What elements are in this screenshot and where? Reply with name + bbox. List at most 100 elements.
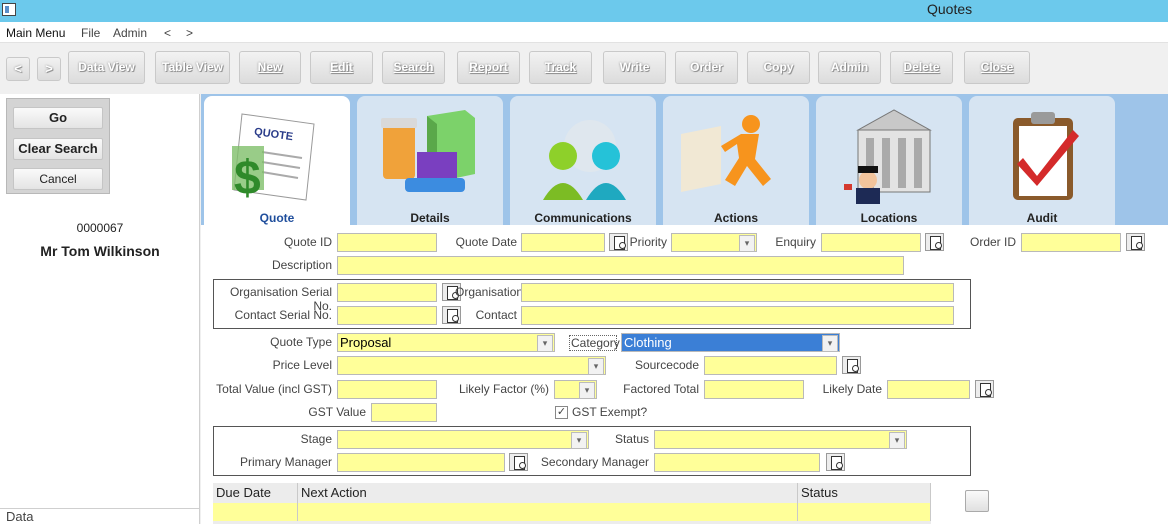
contact-label: Contact bbox=[475, 308, 517, 322]
search-panel: Go Clear Search Cancel bbox=[6, 98, 110, 194]
status-select[interactable] bbox=[654, 430, 907, 449]
order-button[interactable]: Order bbox=[675, 51, 738, 84]
primary-manager-label: Primary Manager bbox=[239, 455, 332, 469]
close-button[interactable]: Close bbox=[964, 51, 1030, 84]
table-view-button[interactable]: Table View bbox=[155, 51, 230, 84]
organisation-field[interactable] bbox=[521, 283, 954, 302]
admin-button[interactable]: Admin bbox=[818, 51, 881, 84]
category-select[interactable]: Clothing bbox=[621, 333, 840, 352]
record-name: Mr Tom Wilkinson bbox=[40, 243, 160, 259]
tab-locations-label: Locations bbox=[860, 211, 918, 225]
tab-audit-label: Audit bbox=[1026, 211, 1058, 225]
app-icon bbox=[2, 3, 16, 16]
order-id-picker-icon[interactable] bbox=[1126, 233, 1145, 251]
details-icon bbox=[381, 110, 475, 192]
sourcecode-label: Sourcecode bbox=[634, 358, 699, 372]
grid-header-next-action[interactable]: Next Action bbox=[298, 483, 798, 503]
tab-actions-label: Actions bbox=[713, 211, 758, 225]
search-button[interactable]: Search bbox=[382, 51, 445, 84]
quote-type-label: Quote Type bbox=[270, 335, 332, 349]
edit-button[interactable]: Edit bbox=[310, 51, 373, 84]
back-button[interactable]: < bbox=[6, 57, 30, 81]
price-level-label: Price Level bbox=[272, 358, 332, 372]
order-id-field[interactable] bbox=[1021, 233, 1121, 252]
description-label: Description bbox=[271, 258, 332, 272]
status-label: Status bbox=[614, 432, 649, 446]
grid-header-status[interactable]: Status bbox=[798, 483, 931, 503]
communications-icon bbox=[543, 120, 626, 200]
total-value-field[interactable] bbox=[337, 380, 437, 399]
quote-id-label: Quote ID bbox=[283, 235, 332, 249]
likely-date-label: Likely Date bbox=[822, 382, 882, 396]
record-id: 0000067 bbox=[76, 221, 124, 235]
actions-icon bbox=[681, 115, 771, 192]
enquiry-picker-icon[interactable] bbox=[925, 233, 944, 251]
quote-date-field[interactable] bbox=[521, 233, 605, 252]
menu-admin[interactable]: Admin bbox=[113, 26, 147, 40]
tab-communications-label: Communications bbox=[534, 211, 632, 225]
menu-bar: Main Menu File Admin < > bbox=[0, 22, 1168, 42]
tab-communications[interactable]: Communications bbox=[510, 96, 656, 225]
stage-select[interactable] bbox=[337, 430, 589, 449]
sourcecode-field[interactable] bbox=[704, 356, 837, 375]
grid-cell-status[interactable] bbox=[798, 503, 931, 521]
order-id-label: Order ID bbox=[969, 235, 1016, 249]
clear-search-button[interactable]: Clear Search bbox=[13, 138, 103, 160]
grid-action-button[interactable] bbox=[965, 490, 989, 512]
likely-date-field[interactable] bbox=[887, 380, 970, 399]
primary-manager-picker-icon[interactable] bbox=[509, 453, 528, 471]
go-button[interactable]: Go bbox=[13, 107, 103, 129]
copy-button[interactable]: Copy bbox=[747, 51, 810, 84]
primary-manager-field[interactable] bbox=[337, 453, 505, 472]
stage-label: Stage bbox=[300, 432, 332, 446]
menu-forward[interactable]: > bbox=[186, 26, 193, 40]
secondary-manager-label: Secondary Manager bbox=[540, 455, 649, 469]
quote-type-select[interactable]: Proposal bbox=[337, 333, 555, 352]
secondary-manager-picker-icon[interactable] bbox=[826, 453, 845, 471]
org-serial-field[interactable] bbox=[337, 283, 437, 302]
likely-date-picker-icon[interactable] bbox=[975, 380, 994, 398]
data-view-button[interactable]: Data View bbox=[68, 51, 145, 84]
grid-header-due-date[interactable]: Due Date bbox=[213, 483, 298, 503]
grid-cell-next-action[interactable] bbox=[298, 503, 798, 521]
enquiry-field[interactable] bbox=[821, 233, 921, 252]
delete-button[interactable]: Delete bbox=[890, 51, 953, 84]
factored-total-field[interactable] bbox=[704, 380, 804, 399]
tab-details[interactable]: Details bbox=[357, 96, 503, 225]
price-level-select[interactable] bbox=[337, 356, 606, 375]
sourcecode-picker-icon[interactable] bbox=[842, 356, 861, 374]
left-panel: Go Clear Search Cancel 0000067 Mr Tom Wi… bbox=[0, 94, 200, 524]
contact-field[interactable] bbox=[521, 306, 954, 325]
data-section-label: Data bbox=[0, 508, 200, 524]
forward-button[interactable]: > bbox=[37, 57, 61, 81]
menu-back[interactable]: < bbox=[164, 26, 171, 40]
likely-factor-label: Likely Factor (%) bbox=[458, 382, 549, 396]
gst-value-field[interactable] bbox=[371, 403, 437, 422]
secondary-manager-field[interactable] bbox=[654, 453, 820, 472]
tab-strip: QUOTE $ Quote Details Communications Act… bbox=[201, 94, 1168, 225]
quote-date-label: Quote Date bbox=[455, 235, 517, 249]
quote-id-field[interactable] bbox=[337, 233, 437, 252]
new-button[interactable]: New bbox=[239, 51, 301, 84]
organisation-label: Organisation bbox=[455, 285, 524, 299]
locations-icon bbox=[844, 109, 932, 204]
tab-audit[interactable]: Audit bbox=[969, 96, 1115, 225]
description-field[interactable] bbox=[337, 256, 904, 275]
write-button[interactable]: Write bbox=[603, 51, 666, 84]
report-button[interactable]: Report bbox=[457, 51, 520, 84]
menu-file[interactable]: File bbox=[81, 26, 100, 40]
tab-quote[interactable]: QUOTE $ Quote bbox=[204, 96, 350, 225]
priority-select[interactable] bbox=[671, 233, 757, 252]
tab-quote-label: Quote bbox=[259, 211, 295, 225]
tab-locations[interactable]: Locations bbox=[816, 96, 962, 225]
grid-cell-due-date[interactable] bbox=[213, 503, 298, 521]
quote-form: Quote ID Quote Date Priority Enquiry Ord… bbox=[201, 225, 1168, 524]
menu-main[interactable]: Main Menu bbox=[6, 26, 65, 40]
likely-factor-select[interactable] bbox=[554, 380, 597, 399]
tab-actions[interactable]: Actions bbox=[663, 96, 809, 225]
cancel-button[interactable]: Cancel bbox=[13, 168, 103, 190]
gst-exempt-checkbox[interactable]: ✓ bbox=[555, 406, 568, 419]
window-title: Quotes bbox=[927, 1, 973, 17]
contact-serial-field[interactable] bbox=[337, 306, 437, 325]
track-button[interactable]: Track bbox=[529, 51, 592, 84]
